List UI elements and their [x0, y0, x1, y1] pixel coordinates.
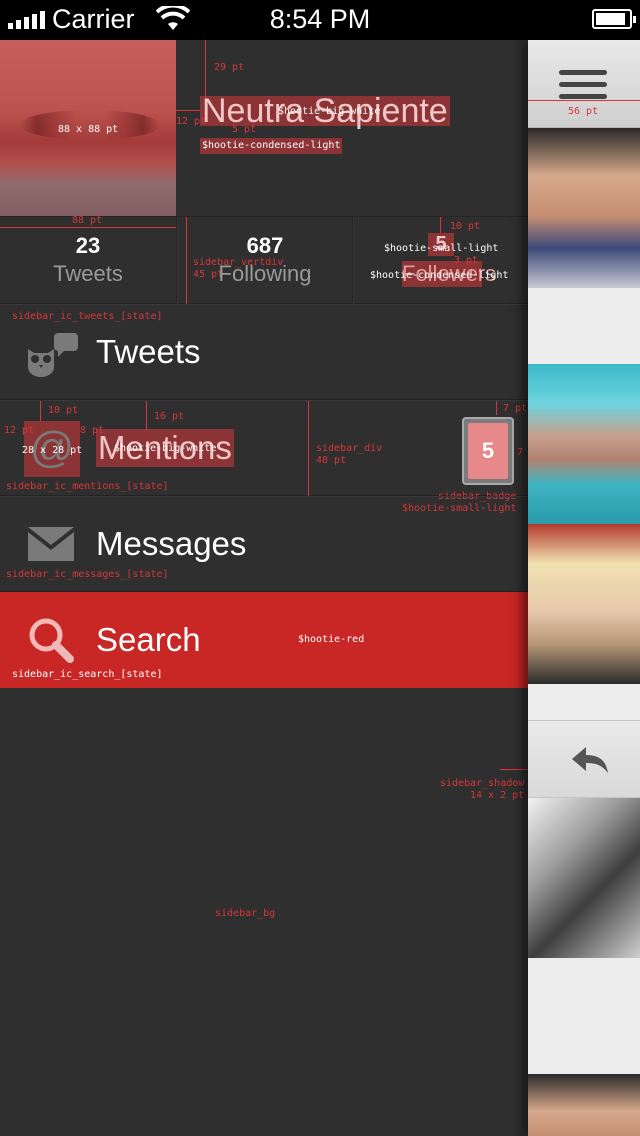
profile-handle: $hootie-condensed-light	[200, 138, 343, 154]
annotation-avatar-size: 88 x 88 pt	[58, 124, 119, 135]
annotation-line	[146, 401, 147, 431]
annotation-shadow: sidebar_shadow	[440, 778, 525, 789]
annotation-line	[528, 100, 640, 101]
stat-following-label: Following	[218, 261, 312, 286]
sidebar: 88 x 88 pt 29 pt 12 pt Neutra Sapiente $…	[0, 40, 528, 1136]
battery-icon	[592, 9, 636, 29]
annotation-line	[308, 401, 309, 497]
annotation-3pt: 3 pt	[454, 255, 479, 266]
search-icon	[29, 618, 74, 663]
reply-button[interactable]	[528, 720, 640, 798]
hamburger-bar	[559, 94, 607, 99]
annotation-big-white: $hootie-big-white	[278, 106, 381, 117]
annotation-7pt-a: 7 pt	[503, 403, 528, 414]
annotation-big-white-2: $hootie-big-white	[114, 443, 217, 454]
annotation-shadow-size: 14 x 2 pt	[470, 790, 525, 801]
annotation-16pt: 16 pt	[154, 411, 185, 422]
stat-tweets-label: Tweets	[53, 261, 123, 286]
annotation-10pt-b: 10 pt	[48, 405, 79, 416]
annotation-ic-mentions: sidebar_ic_mentions_[state]	[6, 481, 169, 492]
battery-level	[596, 13, 625, 25]
menu-label-search: Search	[96, 621, 201, 658]
annotation-line	[176, 110, 200, 111]
annotation-10pt: 10 pt	[450, 221, 481, 232]
stat-following[interactable]: 687 Following	[178, 217, 352, 305]
annotation-ic-messages: sidebar_ic_messages_[state]	[6, 569, 169, 580]
annotation-48pt: 48 pt	[316, 455, 347, 466]
annotation-line	[40, 401, 41, 421]
hamburger-bar	[559, 70, 607, 75]
annotation-7pt-b: 7 pt	[517, 447, 528, 458]
mentions-badge: 5	[462, 417, 514, 485]
menu-label-messages: Messages	[96, 525, 247, 562]
stat-followers[interactable]: 5 Followers	[354, 217, 528, 305]
envelope-icon	[28, 527, 74, 561]
tweet-avatar-4[interactable]	[528, 798, 640, 958]
main-content-strip: 56 pt	[528, 40, 640, 1136]
menu-item-mentions[interactable]: 10 pt 16 pt 12 pt 8 pt @ 28 x 28 pt Ment…	[0, 400, 528, 514]
stat-tweets-count: 23	[75, 233, 101, 258]
annotation-ic-search: sidebar_ic_search_[state]	[12, 669, 163, 680]
status-bar: Carrier 8:54 PM	[0, 0, 640, 40]
annotation-56pt: 56 pt	[568, 106, 599, 117]
annotation-5pt: 5 pt	[232, 124, 257, 135]
annotation-red: $hootie-red	[298, 634, 365, 645]
stats-row: 88 pt 23 Tweets sidebar_vertdiv 45 pt 68…	[0, 215, 528, 305]
reply-icon	[572, 747, 608, 773]
tweet-avatar-3[interactable]	[528, 524, 640, 684]
annotation-29pt: 29 pt	[214, 62, 245, 73]
hamburger-bar	[559, 82, 607, 87]
annotation-small-light: $hootie-small-light	[384, 243, 499, 254]
tweet-avatar-2[interactable]	[528, 364, 640, 524]
tweet-avatar-5[interactable]	[528, 1074, 640, 1136]
annotation-sidebar-bg: sidebar_bg	[215, 908, 276, 919]
menu-item-search[interactable]: Search $hootie-red sidebar_ic_search_[st…	[0, 592, 528, 688]
annotation-line	[500, 769, 528, 770]
annotation-condensed-light: $hootie-condensed-light	[370, 270, 509, 281]
badge-count: 5	[468, 423, 508, 479]
stat-tweets[interactable]: 23 Tweets	[0, 217, 176, 305]
annotation-icon-size: 28 x 28 pt	[22, 445, 83, 456]
owl-speech-icon	[28, 333, 78, 377]
annotation-line	[496, 401, 497, 415]
tweet-avatar-1[interactable]	[528, 128, 640, 288]
profile-avatar[interactable]: 88 x 88 pt	[0, 40, 176, 216]
menu-label-tweets: Tweets	[96, 333, 201, 370]
annotation-div: sidebar_div	[316, 443, 383, 454]
menu-item-tweets[interactable]: Tweets	[0, 304, 528, 400]
clock: 8:54 PM	[269, 4, 371, 34]
stat-following-count: 687	[246, 233, 284, 258]
annotation-line	[440, 217, 441, 233]
menu-item-messages[interactable]: Messages sidebar_ic_messages_[state]	[0, 496, 528, 592]
